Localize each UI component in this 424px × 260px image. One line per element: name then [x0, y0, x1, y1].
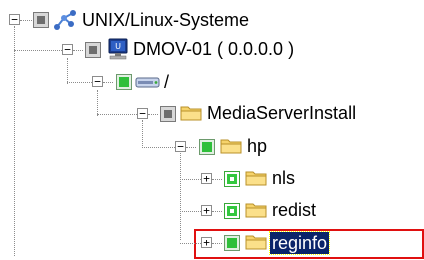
- tree-node-label-nls[interactable]: nls: [272, 167, 295, 189]
- tree-branch-line: [142, 147, 175, 148]
- selection-checkbox-drive[interactable]: [116, 74, 132, 90]
- folder-icon: [245, 203, 267, 218]
- tree-branch-line: [148, 114, 158, 115]
- tree-branch-line: [180, 243, 201, 244]
- tree-branch-line: [73, 50, 83, 51]
- tree-guide-line: [142, 120, 143, 146]
- expand-toggle-host[interactable]: −: [62, 44, 73, 55]
- tree-branch-line: [180, 179, 201, 180]
- tree-branch-line: [186, 147, 196, 148]
- tree-guide-line: [67, 58, 68, 84]
- tree-node-label-root[interactable]: UNIX/Linux-Systeme: [82, 9, 249, 31]
- selection-checkbox-reginfo[interactable]: [224, 235, 240, 251]
- tree-branch-line: [212, 243, 222, 244]
- tree-branch-line: [212, 179, 222, 180]
- tree-branch-line: [14, 50, 62, 51]
- tree-node-label-host[interactable]: DMOV-01 ( 0.0.0.0 ): [133, 38, 294, 60]
- folder-icon: [180, 106, 202, 121]
- tree-branch-line: [212, 211, 222, 212]
- computer-icon: U: [108, 38, 128, 60]
- expand-toggle-mediaserverinstall[interactable]: −: [137, 108, 148, 119]
- tree-branch-line: [97, 114, 137, 115]
- tree-branch-line: [180, 211, 201, 212]
- backup-selection-tree: − UNIX/Linux-Systeme − U DMOV-01 ( 0.0.0…: [0, 0, 424, 260]
- folder-icon: [245, 235, 267, 250]
- expand-toggle-hp[interactable]: −: [175, 141, 186, 152]
- selection-checkbox-host[interactable]: [85, 42, 101, 58]
- tree-node-label-redist[interactable]: redist: [272, 199, 316, 221]
- tree-branch-line: [20, 20, 32, 21]
- tree-branch-line: [103, 82, 113, 83]
- selection-checkbox-hp[interactable]: [199, 139, 215, 155]
- folder-icon: [245, 171, 267, 186]
- tree-node-label-drive[interactable]: /: [164, 71, 169, 93]
- drive-icon: [135, 77, 160, 88]
- tree-guide-line: [97, 90, 98, 116]
- expand-toggle-drive[interactable]: −: [92, 76, 103, 87]
- selection-checkbox-redist[interactable]: [224, 203, 240, 219]
- svg-text:U: U: [115, 42, 121, 51]
- network-icon: [54, 10, 76, 30]
- tree-node-label-mediaserverinstall[interactable]: MediaServerInstall: [207, 102, 356, 124]
- tree-node-label-reginfo[interactable]: reginfo: [268, 231, 331, 255]
- expand-toggle-redist[interactable]: +: [201, 205, 212, 216]
- selection-checkbox-nls[interactable]: [224, 171, 240, 187]
- folder-icon: [220, 139, 242, 154]
- expand-toggle-reginfo[interactable]: +: [201, 237, 212, 248]
- expand-toggle-nls[interactable]: +: [201, 173, 212, 184]
- selection-checkbox-root[interactable]: [33, 12, 49, 28]
- tree-node-label-hp[interactable]: hp: [247, 135, 267, 157]
- tree-guide-line: [180, 150, 181, 240]
- tree-branch-line: [67, 82, 92, 83]
- selection-checkbox-mediaserverinstall[interactable]: [160, 106, 176, 122]
- expand-toggle-root[interactable]: −: [9, 14, 20, 25]
- tree-guide-line: [14, 26, 15, 256]
